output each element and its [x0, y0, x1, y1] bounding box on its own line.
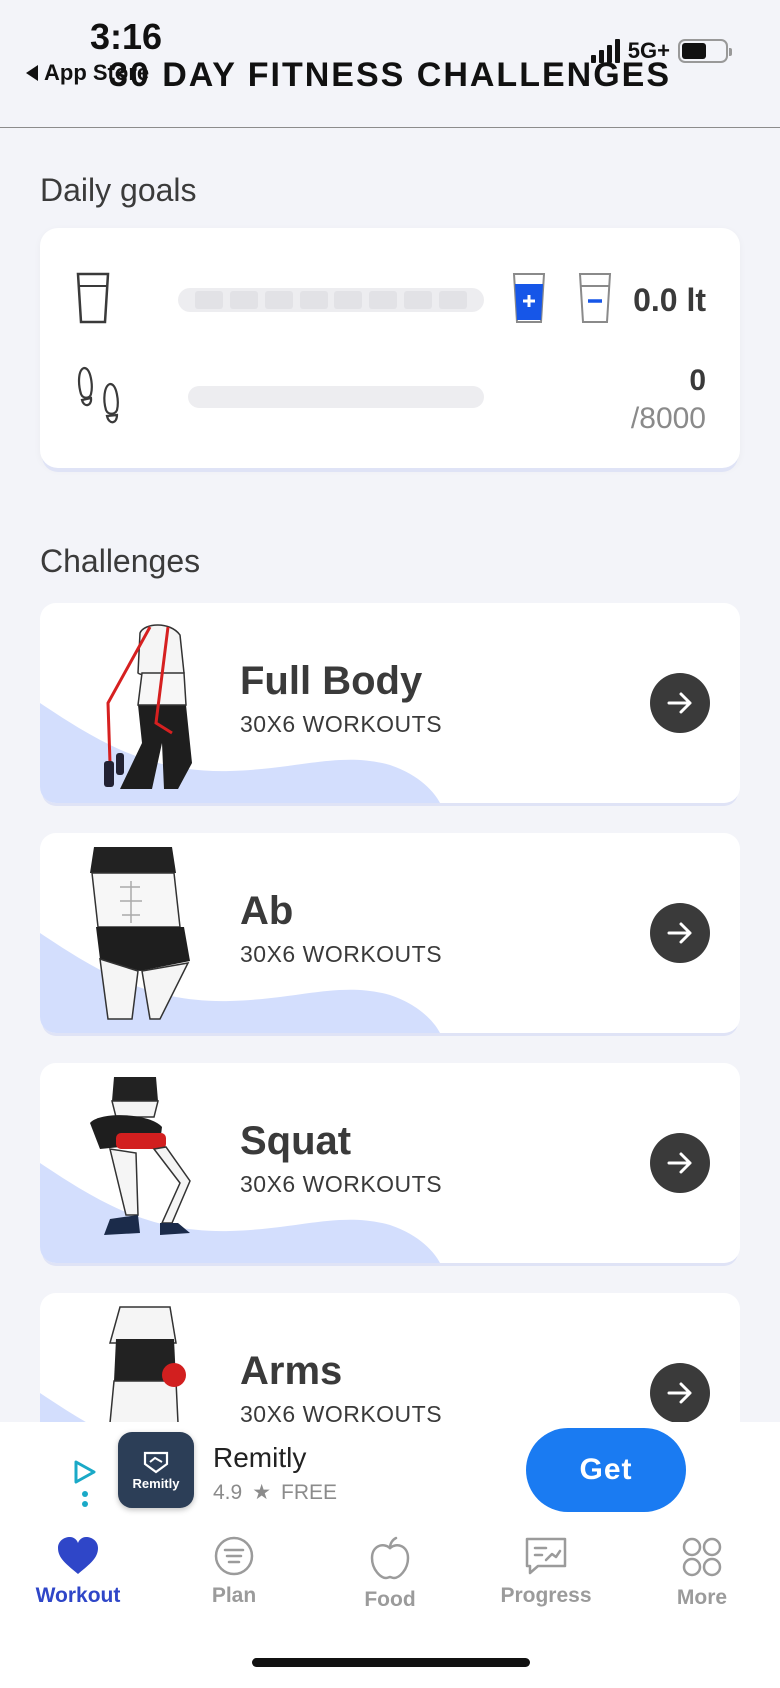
arrow-right-icon — [667, 692, 692, 714]
get-app-button[interactable]: Get — [526, 1428, 686, 1512]
challenge-card-full-body[interactable]: Full Body 30X6 WORKOUTS — [40, 603, 740, 803]
nav-label: Plan — [211, 1584, 257, 1607]
challenge-name: Full Body — [240, 659, 423, 703]
arrow-right-icon — [667, 1152, 692, 1174]
open-challenge-button[interactable] — [650, 1133, 710, 1193]
challenge-card-ab[interactable]: Ab 30X6 WORKOUTS — [40, 833, 740, 1033]
ad-meta: 4.9 ★ FREE — [213, 1480, 337, 1505]
remitly-app-logo[interactable]: Remitly — [118, 1432, 194, 1508]
nav-tab-food[interactable]: Food — [312, 1536, 468, 1612]
apple-icon — [370, 1536, 410, 1580]
challenge-name: Arms — [240, 1349, 343, 1393]
nav-label: Progress — [500, 1584, 592, 1607]
water-glass-icon — [76, 272, 110, 324]
heart-icon — [58, 1537, 98, 1574]
challenge-subtitle: 30X6 WORKOUTS — [240, 941, 443, 967]
header-divider — [0, 127, 780, 128]
open-challenge-button[interactable] — [650, 1363, 710, 1423]
remove-water-icon[interactable] — [578, 272, 612, 324]
open-challenge-button[interactable] — [650, 903, 710, 963]
chart-icon — [525, 1537, 567, 1575]
water-goal-row: 0.0 lt — [76, 272, 716, 328]
nav-label: Food — [364, 1588, 416, 1611]
steps-target: /8000 — [630, 402, 706, 435]
ad-app-name[interactable]: Remitly — [213, 1442, 306, 1474]
remitly-logo-icon — [143, 1451, 169, 1473]
steps-goal-row: 0 /8000 — [76, 364, 716, 444]
app-root: 3:16 App Store 5G+ 30 DAY FITNESS CHALLE… — [0, 0, 780, 1688]
arrow-right-icon — [667, 1382, 692, 1404]
ad-rating: 4.9 — [213, 1480, 243, 1504]
challenge-card-squat[interactable]: Squat 30X6 WORKOUTS — [40, 1063, 740, 1263]
plan-icon — [214, 1536, 254, 1576]
steps-count: 0 — [689, 364, 706, 397]
water-progress-bar — [178, 288, 484, 312]
grid-icon — [682, 1537, 722, 1577]
nav-tab-workout[interactable]: Workout — [0, 1536, 156, 1608]
ad-choices-icon[interactable] — [72, 1458, 98, 1514]
ad-price: FREE — [281, 1480, 338, 1504]
full-body-figure-illustration — [104, 624, 192, 789]
daily-goals-card: 0.0 lt 0 /8000 — [40, 228, 740, 468]
status-time: 3:16 — [90, 16, 163, 57]
footsteps-icon — [77, 366, 119, 424]
squat-figure-illustration — [90, 1077, 191, 1235]
challenge-name: Squat — [240, 1119, 352, 1163]
remitly-logo-text: Remitly — [132, 1475, 180, 1491]
add-water-icon[interactable] — [512, 272, 546, 324]
challenge-name: Ab — [240, 889, 294, 933]
nav-tab-plan[interactable]: Plan — [156, 1536, 312, 1608]
open-challenge-button[interactable] — [650, 673, 710, 733]
page-title: 30 DAY FITNESS CHALLENGES — [108, 56, 671, 94]
star-icon: ★ — [252, 1481, 272, 1504]
nav-tab-more[interactable]: More — [624, 1536, 780, 1610]
water-amount: 0.0 lt — [633, 282, 706, 318]
challenges-heading: Challenges — [40, 543, 201, 579]
nav-label: Workout — [35, 1584, 121, 1607]
ab-figure-illustration — [90, 847, 190, 1020]
challenge-subtitle: 30X6 WORKOUTS — [240, 711, 443, 737]
home-indicator[interactable] — [252, 1658, 530, 1667]
arrow-right-icon — [667, 922, 692, 944]
daily-goals-heading: Daily goals — [40, 172, 197, 208]
nav-tab-progress[interactable]: Progress — [468, 1536, 624, 1608]
nav-label: More — [676, 1586, 728, 1609]
ad-banner[interactable]: Remitly Remitly 4.9 ★ FREE Get — [0, 1422, 780, 1526]
challenge-subtitle: 30X6 WORKOUTS — [240, 1171, 443, 1197]
steps-progress-bar — [188, 386, 484, 408]
